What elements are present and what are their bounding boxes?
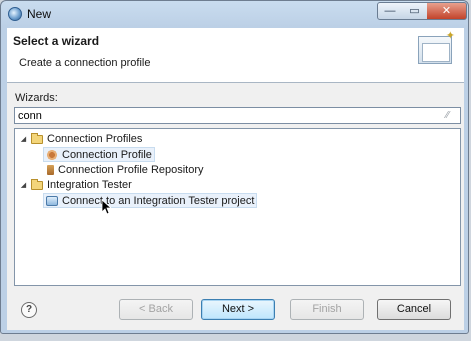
wizard-filter-input[interactable] [14, 107, 461, 124]
tree-category-connection-profiles[interactable]: ◢ Connection Profiles [19, 132, 142, 147]
integration-tester-icon [46, 196, 58, 207]
page-title: Select a wizard [13, 34, 100, 48]
wizard-tree[interactable]: ◢ Connection Profiles Connection Profile … [14, 128, 461, 286]
tree-item-label: Connection Profile Repository [58, 164, 204, 176]
tree-category-label: Connection Profiles [47, 133, 143, 145]
eclipse-app-icon [8, 7, 22, 21]
wizards-label: Wizards: [15, 92, 58, 104]
tree-item-connect-integration-tester[interactable]: Connect to an Integration Tester project [43, 193, 258, 208]
window-title: New [27, 7, 52, 21]
back-button[interactable]: < Back [119, 299, 193, 320]
title-bar[interactable]: New — ▭ ✕ [1, 1, 468, 28]
background-strip [0, 334, 471, 341]
next-button[interactable]: Next > [201, 299, 275, 320]
minimize-button[interactable]: — [377, 2, 403, 20]
help-icon[interactable]: ? [21, 302, 37, 318]
mouse-cursor-icon [101, 199, 111, 215]
tree-category-integration-tester[interactable]: ◢ Integration Tester [19, 178, 132, 193]
wizard-header: Select a wizard Create a connection prof… [7, 28, 464, 83]
page-description: Create a connection profile [19, 57, 151, 69]
connection-profile-icon [46, 150, 58, 161]
repository-icon [47, 165, 54, 176]
close-button[interactable]: ✕ [427, 2, 467, 20]
tree-item-label: Connect to an Integration Tester project [62, 195, 255, 207]
finish-button[interactable]: Finish [290, 299, 364, 320]
tree-category-label: Integration Tester [47, 179, 132, 191]
clear-filter-icon[interactable]: ⁄⁄ [446, 110, 449, 121]
new-wizard-dialog: New — ▭ ✕ Select a wizard Create a conne… [0, 0, 469, 334]
wizard-body: Wizards: ⁄⁄ ◢ Connection Profiles Connect… [7, 83, 464, 330]
collapse-icon[interactable]: ◢ [19, 181, 28, 190]
cancel-button[interactable]: Cancel [377, 299, 451, 320]
folder-open-icon [31, 178, 43, 190]
tree-item-label: Connection Profile [62, 149, 152, 161]
wizard-banner-icon [418, 29, 455, 64]
collapse-icon[interactable]: ◢ [19, 135, 28, 144]
tree-item-connection-profile[interactable]: Connection Profile [43, 147, 155, 162]
folder-open-icon [31, 132, 43, 144]
maximize-button[interactable]: ▭ [402, 2, 428, 20]
tree-item-connection-profile-repository[interactable]: Connection Profile Repository [45, 163, 204, 178]
